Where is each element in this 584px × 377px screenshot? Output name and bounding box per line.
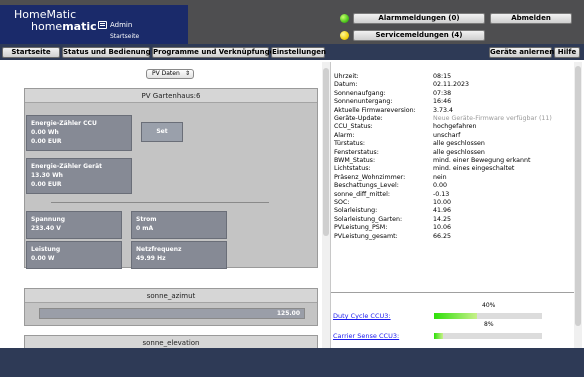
category-select[interactable]: PV Daten ⇕ xyxy=(146,69,194,79)
duty-cycle-percent: 40% xyxy=(482,302,496,309)
energy-ccu-tile: Energie-Zähler CCU 0.00 Wh 0.00 EUR xyxy=(26,115,132,151)
info-value: 08:15 xyxy=(433,73,452,80)
voltage-tile: Spannung 233.40 V xyxy=(26,211,122,239)
service-messages-button[interactable]: Servicemeldungen (4) xyxy=(353,30,485,41)
info-key: PVLeistung_PSM: xyxy=(334,224,388,232)
current-tile: Strom 0 mA xyxy=(131,211,227,239)
frequency-tile: Netzfrequenz 49.99 Hz xyxy=(131,241,227,269)
azimut-bar: 125.00 xyxy=(39,308,305,319)
info-value: 14.25 xyxy=(433,215,452,223)
info-key: SOC: xyxy=(334,199,350,206)
main-nav: Startseite Status und Bedienung Programm… xyxy=(0,44,584,60)
info-value: 0.00 xyxy=(433,182,448,190)
info-value: 3.73.4 xyxy=(433,106,454,114)
info-value: -0.13 xyxy=(433,190,450,198)
service-status-icon xyxy=(340,31,349,40)
info-value: 02.11.2023 xyxy=(433,81,470,89)
left-pane: PV Daten ⇕ PV Gartenhaus:6 Energie-Zähle… xyxy=(0,62,320,355)
info-key: PVLeistung_gesamt: xyxy=(334,232,398,240)
current-page-label: Startseite xyxy=(110,33,140,40)
info-key: Aktuelle Firmwareversion: xyxy=(334,106,416,114)
logo-badge-icon xyxy=(98,21,107,29)
info-value: 16:46 xyxy=(433,98,452,106)
user-label: Admin xyxy=(110,21,133,29)
carrier-sense-bar xyxy=(434,333,542,339)
nav-status-bedienung[interactable]: Status und Bedienung xyxy=(62,47,151,58)
info-value: 41.96 xyxy=(433,207,452,215)
info-value[interactable]: Neue Geräte-Firmware verfügbar (11) xyxy=(433,115,552,123)
info-value: mind. einer Bewegung erkannt xyxy=(433,157,531,164)
azimut-bar-fill xyxy=(40,309,304,318)
info-key: Lichtstatus: xyxy=(334,165,371,173)
duty-cycle-bar-fill xyxy=(434,313,478,319)
logout-button[interactable]: Abmelden xyxy=(490,13,572,24)
updown-arrow-icon: ⇕ xyxy=(184,70,190,77)
info-key: CCU_Status: xyxy=(334,123,373,131)
info-key: Präsenz_Wohnzimmer: xyxy=(334,173,406,181)
azimut-panel: sonne_azimut 125.00 xyxy=(24,288,318,326)
info-key: Türstatus: xyxy=(334,140,366,148)
content-area: PV Daten ⇕ PV Gartenhaus:6 Energie-Zähle… xyxy=(0,62,584,355)
pane-divider xyxy=(330,62,331,348)
info-key: Solarleistung: xyxy=(334,207,378,215)
help-button[interactable]: Hilfe xyxy=(554,47,580,58)
set-button[interactable]: Set xyxy=(141,122,183,142)
nav-einstellungen[interactable]: Einstellungen xyxy=(271,47,326,58)
carrier-sense-percent: 8% xyxy=(484,321,494,328)
info-value: alle geschlossen xyxy=(433,148,485,156)
info-value: 10.06 xyxy=(433,224,452,232)
logo-wordmark-bottom: homematic xyxy=(31,20,97,33)
info-divider xyxy=(331,292,581,293)
energy-device-tile: Energie-Zähler Gerät 13.30 Wh 0.00 EUR xyxy=(26,158,132,194)
info-key: BWM_Status: xyxy=(334,157,376,164)
info-key: Geräte-Update: xyxy=(334,115,383,122)
device-panel-title: PV Gartenhaus:6 xyxy=(25,89,317,103)
info-value: alle geschlossen xyxy=(433,140,485,148)
teach-devices-button[interactable]: Geräte anlernen xyxy=(489,47,554,58)
info-key: Datum: xyxy=(334,81,358,89)
info-value: hochgefahren xyxy=(433,123,477,131)
device-panel: PV Gartenhaus:6 Energie-Zähler CCU 0.00 … xyxy=(24,88,318,269)
info-value: mind. eines eingeschaltet xyxy=(433,165,515,173)
power-tile: Leistung 0.00 W xyxy=(26,241,122,269)
info-value: 66.25 xyxy=(433,232,452,240)
info-key: sonne_diff_mittel: xyxy=(334,190,390,198)
azimut-value: 125.00 xyxy=(276,310,300,317)
info-key: Sonnenaufgang: xyxy=(334,89,386,97)
nav-programme[interactable]: Programme und Verknüpfungen xyxy=(152,47,279,58)
nav-startseite[interactable]: Startseite xyxy=(2,47,60,58)
right-scrollbar[interactable] xyxy=(574,62,582,348)
app-header: HomeMatic homematic Admin Startseite Ala… xyxy=(0,0,584,45)
info-value: unscharf xyxy=(433,131,461,139)
info-value: nein xyxy=(433,173,447,181)
duty-cycle-bar xyxy=(434,313,542,319)
info-value: 10.00 xyxy=(433,199,452,206)
right-scroll-thumb[interactable] xyxy=(575,66,581,326)
info-key: Solarleistung_Garten: xyxy=(334,215,403,223)
alarm-status-icon xyxy=(340,14,349,23)
left-scroll-thumb[interactable] xyxy=(323,68,329,236)
info-value: 07:38 xyxy=(433,89,452,97)
info-key: Sonnenuntergang: xyxy=(334,98,393,106)
carrier-sense-bar-fill xyxy=(434,333,443,339)
info-key: Uhrzeit: xyxy=(334,73,359,80)
panel-divider xyxy=(51,202,269,203)
info-key: Alarm: xyxy=(334,131,355,139)
duty-cycle-link[interactable]: Duty Cycle CCU3: xyxy=(333,312,391,320)
azimut-title: sonne_azimut xyxy=(25,289,317,303)
info-key: Fensterstatus: xyxy=(334,148,379,156)
footer-bar xyxy=(0,348,584,377)
homematic-logo: HomeMatic homematic Admin Startseite xyxy=(0,5,188,45)
info-key: Beschattungs_Level: xyxy=(334,182,399,190)
left-scrollbar[interactable] xyxy=(322,62,330,348)
carrier-sense-link[interactable]: Carrier Sense CCU3: xyxy=(333,332,399,340)
alarm-messages-button[interactable]: Alarmmeldungen (0) xyxy=(353,13,485,24)
